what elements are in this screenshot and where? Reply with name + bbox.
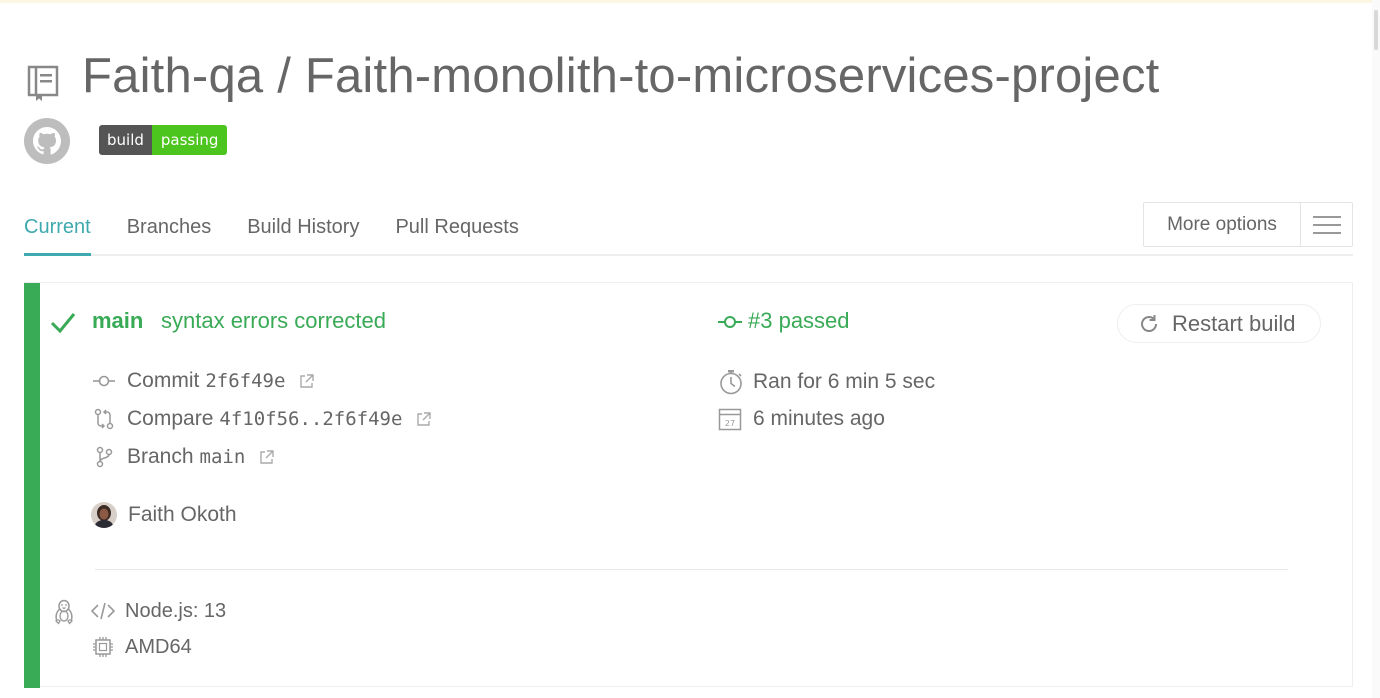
- commit-row: Commit 2f6f49e: [93, 369, 315, 393]
- cpu-chip-icon: [91, 635, 115, 659]
- language-version: Node.js: 13: [125, 599, 227, 622]
- commit-sha[interactable]: 2f6f49e: [205, 370, 285, 392]
- build-status-bar: [24, 283, 40, 688]
- branch-label: Branch: [127, 445, 194, 468]
- restart-icon: [1141, 314, 1157, 332]
- branch-row: Branch main: [93, 445, 275, 469]
- hamburger-icon[interactable]: [1300, 203, 1352, 246]
- github-icon[interactable]: [24, 118, 70, 164]
- author-name[interactable]: Faith Okoth: [128, 503, 237, 527]
- build-number[interactable]: #3 passed: [748, 308, 850, 334]
- branch-value[interactable]: main: [200, 446, 246, 468]
- calendar-day: 27: [725, 419, 735, 428]
- branch-icon: [93, 446, 115, 468]
- finished-row: 27 6 minutes ago: [718, 407, 885, 431]
- build-status-badge[interactable]: build passing: [99, 125, 228, 155]
- stopwatch-icon: [718, 369, 744, 395]
- badge-label: build: [99, 125, 152, 155]
- tab-pull-requests[interactable]: Pull Requests: [395, 210, 518, 256]
- restart-build-label: Restart build: [1172, 310, 1296, 336]
- build-finished-time: 6 minutes ago: [753, 407, 885, 430]
- repo-owner[interactable]: Faith-qa: [82, 49, 263, 103]
- top-border: [0, 0, 1380, 3]
- architecture: AMD64: [125, 635, 192, 658]
- repo-title: Faith-qa / Faith-monolith-to-microservic…: [82, 48, 1159, 104]
- more-options-label: More options: [1167, 214, 1277, 235]
- calendar-icon: 27: [718, 407, 742, 431]
- repo-name[interactable]: Faith-monolith-to-microservices-project: [305, 49, 1160, 103]
- external-link-icon[interactable]: [299, 373, 315, 389]
- commit-message[interactable]: syntax errors corrected: [161, 308, 386, 334]
- passed-check-icon: [50, 313, 76, 334]
- arch-row: AMD64: [91, 635, 192, 659]
- language-row: Node.js: 13: [91, 599, 226, 623]
- commit-node-icon: [718, 316, 742, 328]
- build-branch-name[interactable]: main: [92, 308, 143, 334]
- scroll-thumb[interactable]: [1374, 10, 1378, 50]
- commit-label: Commit: [127, 369, 200, 392]
- duration-row: Ran for 6 min 5 sec: [718, 369, 935, 395]
- badge-status: passing: [151, 125, 228, 155]
- repo-book-icon: [27, 65, 59, 101]
- compare-label: Compare: [127, 407, 214, 430]
- compare-row: Compare 4f10f56..2f6f49e: [93, 407, 432, 431]
- external-link-icon[interactable]: [416, 411, 432, 427]
- tab-build-history[interactable]: Build History: [247, 210, 359, 256]
- linux-tux-icon: [55, 599, 73, 625]
- restart-build-button[interactable]: Restart build: [1117, 304, 1321, 343]
- tab-current[interactable]: Current: [24, 210, 91, 256]
- compare-icon: [93, 408, 115, 430]
- code-icon: [91, 599, 115, 623]
- repo-separator: /: [277, 49, 292, 103]
- compare-range[interactable]: 4f10f56..2f6f49e: [219, 408, 402, 430]
- divider: [95, 569, 1288, 570]
- external-link-icon[interactable]: [259, 449, 275, 465]
- tab-branches[interactable]: Branches: [127, 210, 212, 256]
- build-duration: Ran for 6 min 5 sec: [753, 370, 936, 393]
- scrollbar[interactable]: [1372, 0, 1380, 698]
- avatar[interactable]: [91, 502, 117, 528]
- commit-icon: [93, 370, 115, 392]
- more-options-button[interactable]: More options: [1143, 202, 1353, 247]
